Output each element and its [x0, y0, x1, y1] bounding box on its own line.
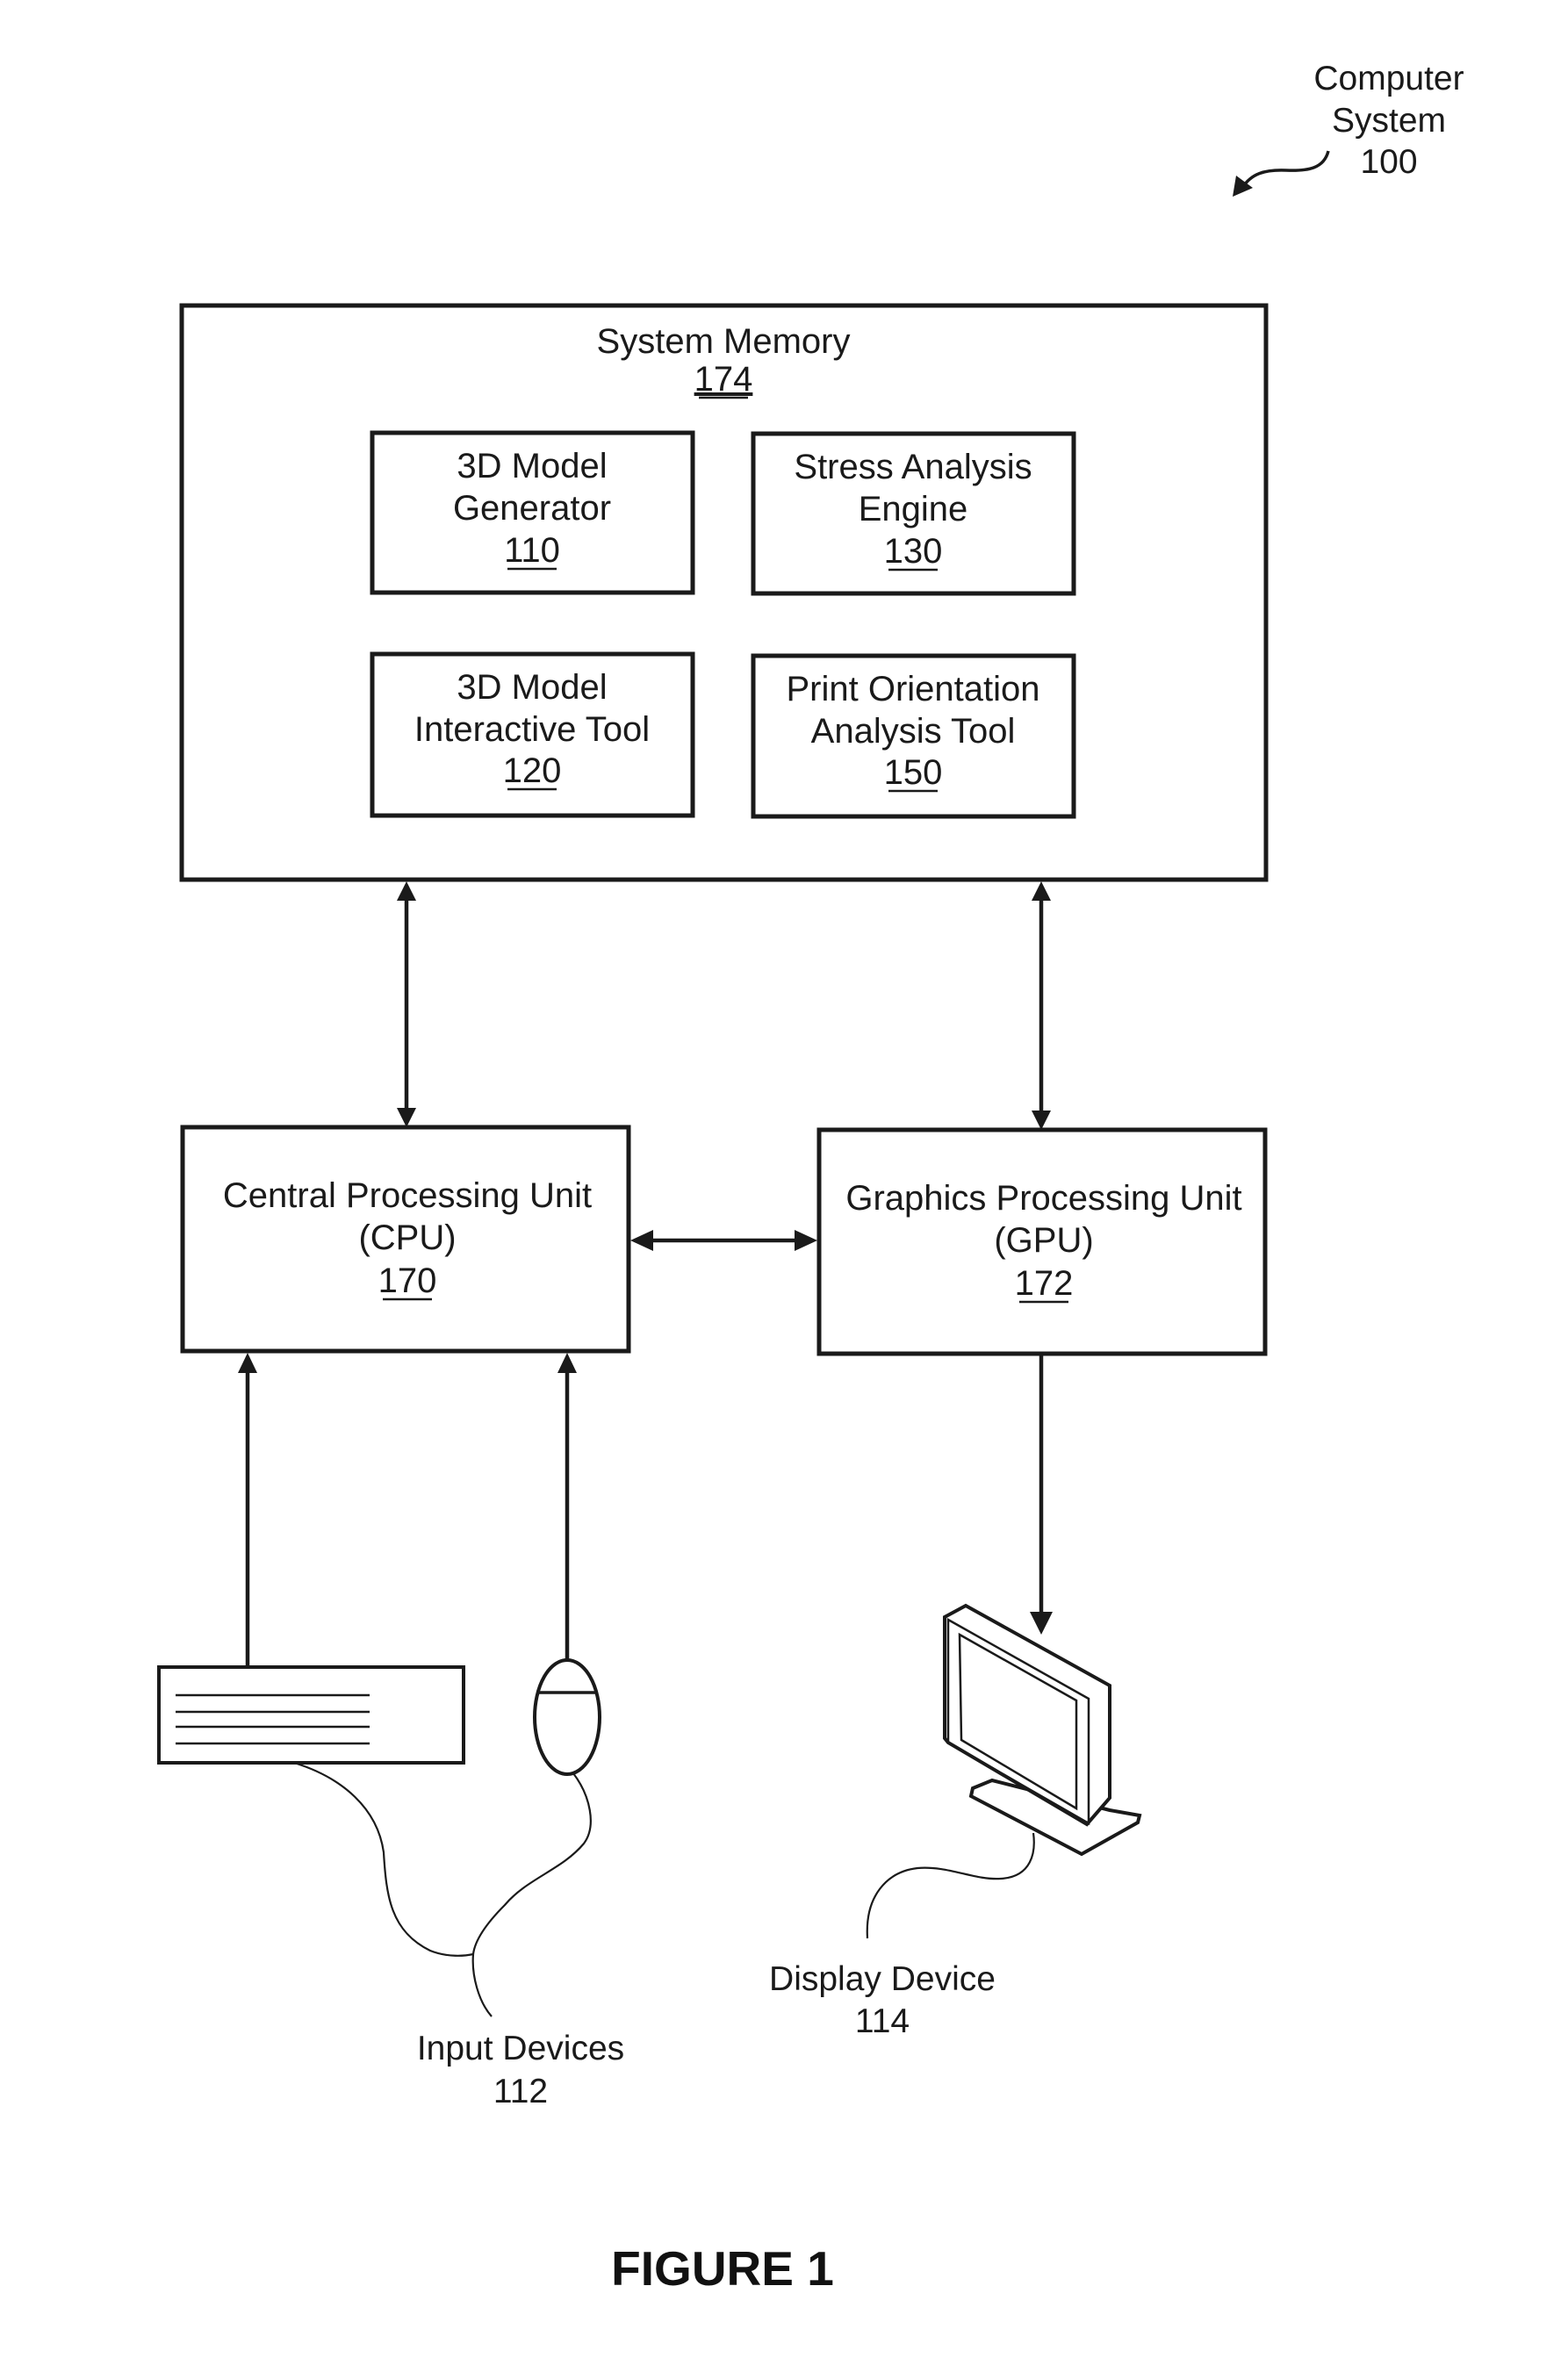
module-print-orientation-analysis-tool: Print Orientation Analysis Tool 150	[751, 653, 1076, 819]
module-ref: 130	[884, 532, 943, 571]
display-device-label-text: Display Device	[769, 1960, 996, 1998]
module-ref: 110	[504, 531, 560, 570]
gpu-label-line1: Graphics Processing Unit	[845, 1179, 1241, 1218]
input-devices-ref: 112	[493, 2073, 548, 2110]
input-devices-label-text: Input Devices	[417, 2030, 624, 2067]
module-3d-model-interactive-tool: 3D Model Interactive Tool 120	[370, 651, 695, 818]
module-label-line1: Print Orientation	[786, 670, 1039, 708]
computer-system-ref: 100	[1360, 143, 1417, 181]
gpu-label-line2: (GPU)	[994, 1221, 1093, 1260]
mouse-cpu-arrow	[557, 1353, 577, 1660]
gpu-ref: 172	[1015, 1264, 1074, 1303]
display-device-leader	[866, 1832, 1035, 1939]
system-memory-box: System Memory 174	[179, 303, 1269, 882]
input-devices-label: Input Devices 112	[417, 2030, 624, 2110]
keyboard-cpu-arrow	[238, 1353, 257, 1667]
module-label-line1: 3D Model	[457, 668, 607, 707]
module-stress-analysis-engine: Stress Analysis Engine 130	[751, 431, 1076, 596]
display-device-ref: 114	[855, 2002, 910, 2040]
mouse-icon	[533, 1658, 601, 1776]
memory-cpu-arrow	[397, 881, 416, 1127]
memory-gpu-arrow	[1032, 881, 1051, 1130]
computer-system-label-line2: System	[1332, 102, 1446, 140]
keyboard-icon	[157, 1665, 465, 1765]
cpu-label-line2: (CPU)	[358, 1218, 456, 1257]
computer-system-diagram: Computer System 100 System Memory 174 3D…	[157, 60, 1464, 2296]
cpu-box: Central Processing Unit (CPU) 170	[180, 1125, 631, 1354]
module-3d-model-generator: 3D Model Generator 110	[370, 430, 695, 595]
monitor-icon	[943, 1603, 1142, 1857]
module-label-line2: Engine	[859, 490, 968, 528]
module-label-line1: Stress Analysis	[794, 448, 1032, 486]
cpu-ref: 170	[378, 1262, 437, 1300]
system-memory-title: System Memory	[597, 322, 851, 361]
module-ref: 120	[503, 751, 562, 790]
module-label-line2: Generator	[453, 489, 611, 528]
module-ref: 150	[884, 753, 943, 792]
computer-system-label-line1: Computer	[1313, 60, 1464, 97]
gpu-box: Graphics Processing Unit (GPU) 172	[816, 1127, 1268, 1356]
leader-arrow-icon	[1233, 150, 1330, 197]
figure-caption: FIGURE 1	[611, 2241, 834, 2296]
system-memory-ref: 174	[694, 360, 753, 399]
gpu-display-arrow	[1030, 1354, 1053, 1635]
display-device-label: Display Device 114	[769, 1960, 996, 2040]
module-label-line2: Analysis Tool	[811, 712, 1016, 751]
computer-system-label: Computer System 100	[1313, 60, 1464, 181]
cpu-label-line1: Central Processing Unit	[223, 1176, 592, 1215]
module-label-line1: 3D Model	[457, 447, 607, 485]
cpu-gpu-arrow	[630, 1230, 817, 1251]
module-label-line2: Interactive Tool	[414, 710, 650, 749]
input-devices-leader	[293, 1761, 592, 2017]
